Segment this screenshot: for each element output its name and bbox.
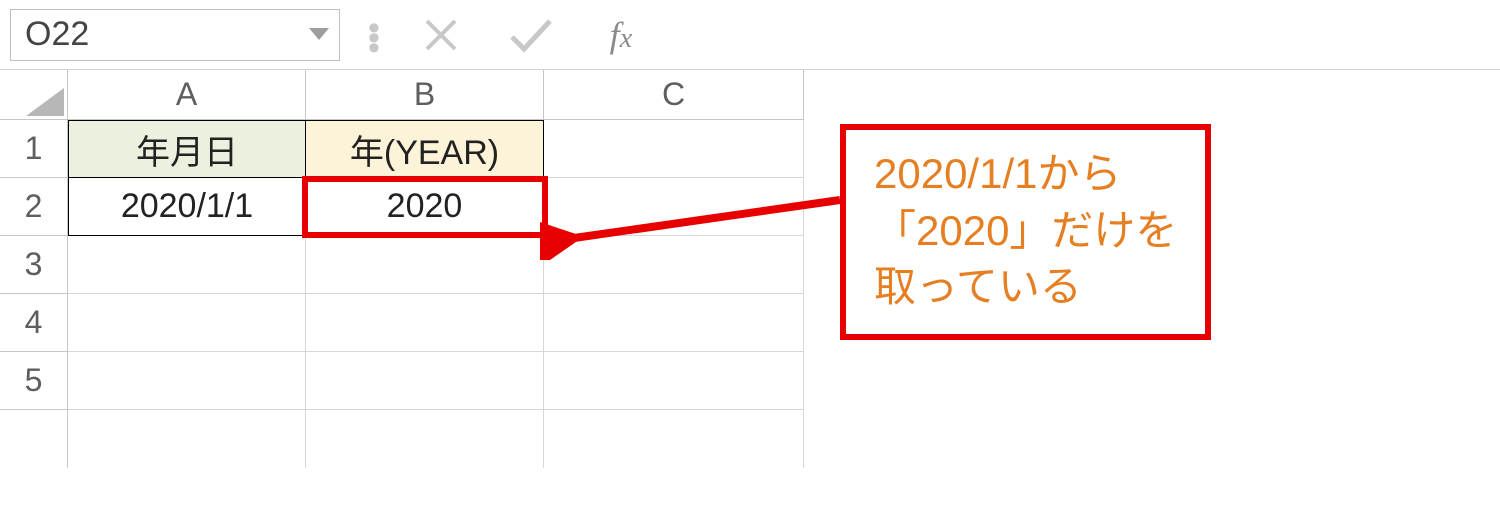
row-header-3[interactable]: 3: [0, 236, 68, 294]
select-all-corner[interactable]: [0, 70, 68, 120]
cell-B1-value: 年(YEAR): [350, 125, 499, 174]
name-box-dropdown-icon[interactable]: [309, 22, 329, 48]
formula-bar-icons: ••• fx: [360, 15, 648, 55]
cell-A2-value: 2020/1/1: [121, 187, 253, 226]
vertical-dots-icon: •••: [368, 20, 378, 50]
cell-A6[interactable]: [68, 410, 306, 468]
cell-B2[interactable]: 2020: [306, 178, 544, 236]
insert-function-button[interactable]: fx: [594, 15, 648, 55]
column-header-B[interactable]: B: [306, 70, 544, 120]
name-box[interactable]: O22: [10, 9, 340, 61]
name-box-value: O22: [25, 15, 89, 54]
row-header-2[interactable]: 2: [0, 178, 68, 236]
enter-button: [504, 15, 558, 55]
cell-A4[interactable]: [68, 294, 306, 352]
spreadsheet-grid[interactable]: A B C 1 年月日 年(YEAR) 2 2020/1/1 2020 3 4: [0, 70, 1500, 468]
fx-icon: fx: [610, 14, 632, 56]
cell-C2[interactable]: [544, 178, 804, 236]
row-header-1[interactable]: 1: [0, 120, 68, 178]
cell-C3[interactable]: [544, 236, 804, 294]
cell-B5[interactable]: [306, 352, 544, 410]
column-header-C[interactable]: C: [544, 70, 804, 120]
cell-C5[interactable]: [544, 352, 804, 410]
cell-A3[interactable]: [68, 236, 306, 294]
cell-B6[interactable]: [306, 410, 544, 468]
cell-C6[interactable]: [544, 410, 804, 468]
cell-B3[interactable]: [306, 236, 544, 294]
formula-bar: O22 ••• fx: [0, 0, 1500, 70]
row-header-4[interactable]: 4: [0, 294, 68, 352]
callout-line3: 取っている: [874, 259, 1177, 316]
cancel-button: [414, 15, 468, 55]
row-header-5[interactable]: 5: [0, 352, 68, 410]
column-header-A[interactable]: A: [68, 70, 306, 120]
cell-C4[interactable]: [544, 294, 804, 352]
cell-A1[interactable]: 年月日: [68, 120, 306, 178]
cell-A5[interactable]: [68, 352, 306, 410]
formula-input[interactable]: [668, 9, 1490, 61]
callout-line2: 「2020」だけを: [874, 203, 1177, 260]
cell-C1[interactable]: [544, 120, 804, 178]
cell-A2[interactable]: 2020/1/1: [68, 178, 306, 236]
cell-A1-value: 年月日: [136, 125, 238, 174]
cell-B1[interactable]: 年(YEAR): [306, 120, 544, 178]
cell-B2-value: 2020: [387, 187, 463, 226]
cell-B4[interactable]: [306, 294, 544, 352]
callout-line1: 2020/1/1から: [874, 146, 1177, 203]
annotation-callout: 2020/1/1から 「2020」だけを 取っている: [840, 124, 1211, 340]
row-header-6[interactable]: [0, 410, 68, 468]
